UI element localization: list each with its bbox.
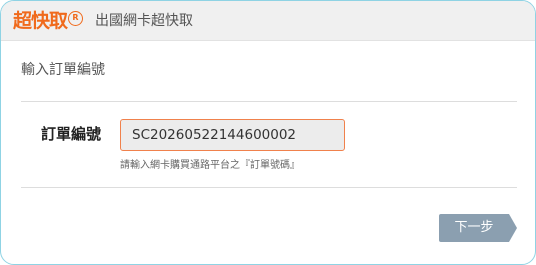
header-bar: 超快取 R 出國網卡超快取 <box>1 1 535 41</box>
brand-logo-text: 超快取 <box>13 10 68 32</box>
order-lookup-card: 超快取 R 出國網卡超快取 輸入訂單編號 訂單編號 請輸入網卡購買通路平台之『訂… <box>0 0 536 265</box>
next-step-label: 下一步 <box>454 220 494 235</box>
header-title: 出國網卡超快取 <box>95 13 193 29</box>
section-title: 輸入訂單編號 <box>21 62 105 78</box>
top-divider <box>21 101 517 102</box>
next-step-button[interactable]: 下一步 <box>439 214 517 242</box>
order-number-hint: 請輸入網卡購買通路平台之『訂單號碼』 <box>120 160 300 171</box>
brand-logo: 超快取 R <box>13 8 84 34</box>
registered-mark-icon: R <box>68 10 84 26</box>
order-number-input[interactable] <box>120 119 345 151</box>
bottom-divider <box>21 187 517 188</box>
order-number-label: 訂單編號 <box>41 125 102 143</box>
